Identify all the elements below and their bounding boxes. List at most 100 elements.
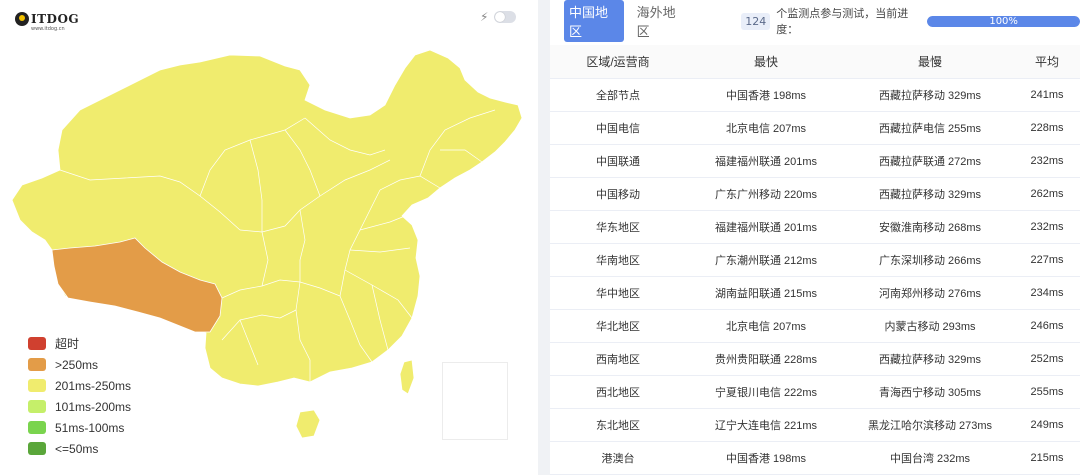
legend-item: >250ms [28, 354, 131, 375]
cell-slowest: 广东深圳移动 266ms [846, 243, 1014, 277]
column-header-region[interactable]: 区域/运营商 [550, 45, 686, 79]
progress-text: 个监测点参与测试，当前进度： [776, 7, 909, 36]
legend-swatch [28, 400, 46, 413]
legend-swatch [28, 379, 46, 392]
legend-item: <=50ms [28, 438, 131, 459]
map-region-hainan[interactable] [295, 409, 321, 439]
node-count-badge: 124 [741, 12, 771, 30]
cell-region: 中国移动 [550, 177, 686, 211]
legend-swatch [28, 421, 46, 434]
cell-average: 232ms [1014, 210, 1080, 244]
table-row[interactable]: 中国移动 广东广州移动 220ms 西藏拉萨移动 329ms 262ms [550, 177, 1080, 211]
results-table: 区域/运营商 最快 最慢 平均 全部节点 中国香港 198ms 西藏拉萨移动 329… [550, 45, 1080, 475]
cell-region: 西南地区 [550, 342, 686, 376]
cell-slowest: 西藏拉萨电信 255ms [846, 111, 1014, 145]
cell-region: 华南地区 [550, 243, 686, 277]
animation-toggle-group: ⚡ [480, 10, 517, 24]
cell-region: 中国电信 [550, 111, 686, 145]
cell-region: 华东地区 [550, 210, 686, 244]
cell-fastest: 福建福州联通 201ms [686, 210, 846, 244]
tab-overseas[interactable]: 海外地区 [632, 0, 692, 42]
cell-slowest: 西藏拉萨移动 329ms [846, 177, 1014, 211]
cell-average: 215ms [1014, 441, 1080, 475]
cell-fastest: 福建福州联通 201ms [686, 144, 846, 178]
cell-slowest: 青海西宁移动 305ms [846, 375, 1014, 409]
cell-slowest: 西藏拉萨联通 272ms [846, 144, 1014, 178]
cell-average: 234ms [1014, 276, 1080, 310]
cell-slowest: 西藏拉萨移动 329ms [846, 342, 1014, 376]
cell-fastest: 辽宁大连电信 221ms [686, 408, 846, 442]
legend-item: 101ms-200ms [28, 396, 131, 417]
cell-region: 全部节点 [550, 78, 686, 112]
cell-region: 西北地区 [550, 375, 686, 409]
cell-average: 246ms [1014, 309, 1080, 343]
animation-toggle[interactable] [494, 11, 517, 23]
cell-fastest: 贵州贵阳联通 228ms [686, 342, 846, 376]
dog-icon [15, 12, 29, 26]
logo-text: ITDOG [31, 12, 80, 26]
cell-fastest: 广东潮州联通 212ms [686, 243, 846, 277]
table-row[interactable]: 东北地区 辽宁大连电信 221ms 黑龙江哈尔滨移动 273ms 249ms [550, 408, 1080, 442]
itdog-logo: ITDOG www.itdog.cn [15, 12, 80, 32]
table-row[interactable]: 华南地区 广东潮州联通 212ms 广东深圳移动 266ms 227ms [550, 243, 1080, 277]
legend-swatch [28, 337, 46, 350]
cell-average: 228ms [1014, 111, 1080, 145]
table-header-row: 区域/运营商 最快 最慢 平均 [550, 45, 1080, 79]
results-panel: 中国地区 海外地区 124 个监测点参与测试，当前进度： 100% 区域/运营商… [550, 0, 1080, 475]
table-row[interactable]: 全部节点 中国香港 198ms 西藏拉萨移动 329ms 241ms [550, 78, 1080, 112]
cell-region: 华中地区 [550, 276, 686, 310]
cell-fastest: 中国香港 198ms [686, 78, 846, 112]
cell-fastest: 中国香港 198ms [686, 441, 846, 475]
cell-slowest: 西藏拉萨移动 329ms [846, 78, 1014, 112]
cell-fastest: 北京电信 207ms [686, 111, 846, 145]
table-row[interactable]: 中国联通 福建福州联通 201ms 西藏拉萨联通 272ms 232ms [550, 144, 1080, 178]
legend-item: 201ms-250ms [28, 375, 131, 396]
cell-average: 252ms [1014, 342, 1080, 376]
column-header-slowest[interactable]: 最慢 [846, 45, 1014, 79]
map-panel: ITDOG www.itdog.cn ⚡ 超时 >250ms 201ms-250… [0, 0, 538, 475]
cell-fastest: 湖南益阳联通 215ms [686, 276, 846, 310]
table-row[interactable]: 华东地区 福建福州联通 201ms 安徽淮南移动 268ms 232ms [550, 210, 1080, 244]
legend-swatch [28, 358, 46, 371]
panel-divider [538, 0, 550, 475]
cell-slowest: 安徽淮南移动 268ms [846, 210, 1014, 244]
cell-average: 232ms [1014, 144, 1080, 178]
column-header-fastest[interactable]: 最快 [686, 45, 846, 79]
table-row[interactable]: 西北地区 宁夏银川电信 222ms 青海西宁移动 305ms 255ms [550, 375, 1080, 409]
south-china-sea-inset [442, 362, 508, 440]
table-row[interactable]: 西南地区 贵州贵阳联通 228ms 西藏拉萨移动 329ms 252ms [550, 342, 1080, 376]
legend-label: <=50ms [55, 441, 99, 456]
cell-fastest: 广东广州移动 220ms [686, 177, 846, 211]
legend-label: 超时 [55, 337, 80, 351]
table-row[interactable]: 港澳台 中国香港 198ms 中国台湾 232ms 215ms [550, 441, 1080, 475]
legend-label: 101ms-200ms [55, 399, 132, 414]
cell-slowest: 中国台湾 232ms [846, 441, 1014, 475]
legend-label: >250ms [55, 357, 99, 372]
cell-slowest: 河南郑州移动 276ms [846, 276, 1014, 310]
cell-region: 中国联通 [550, 144, 686, 178]
table-row[interactable]: 华中地区 湖南益阳联通 215ms 河南郑州移动 276ms 234ms [550, 276, 1080, 310]
legend-item: 51ms-100ms [28, 417, 131, 438]
bolt-icon: ⚡ [480, 10, 489, 24]
cell-average: 255ms [1014, 375, 1080, 409]
cell-region: 港澳台 [550, 441, 686, 475]
progress-bar: 100% [927, 15, 1080, 27]
cell-average: 227ms [1014, 243, 1080, 277]
cell-average: 249ms [1014, 408, 1080, 442]
column-header-average[interactable]: 平均 [1014, 45, 1080, 79]
legend-swatch [28, 442, 46, 455]
cell-region: 华北地区 [550, 309, 686, 343]
map-region-taiwan[interactable] [399, 359, 415, 395]
results-toolbar: 中国地区 海外地区 124 个监测点参与测试，当前进度： 100% [550, 0, 1080, 42]
cell-average: 241ms [1014, 78, 1080, 112]
cell-slowest: 黑龙江哈尔滨移动 273ms [846, 408, 1014, 442]
cell-average: 262ms [1014, 177, 1080, 211]
legend-label: 51ms-100ms [55, 420, 125, 435]
cell-region: 东北地区 [550, 408, 686, 442]
table-row[interactable]: 中国电信 北京电信 207ms 西藏拉萨电信 255ms 228ms [550, 111, 1080, 145]
cell-fastest: 宁夏银川电信 222ms [686, 375, 846, 409]
tab-china[interactable]: 中国地区 [564, 0, 624, 42]
table-row[interactable]: 华北地区 北京电信 207ms 内蒙古移动 293ms 246ms [550, 309, 1080, 343]
legend: 超时 >250ms 201ms-250ms 101ms-200ms 51ms-1… [28, 333, 131, 459]
table-body: 全部节点 中国香港 198ms 西藏拉萨移动 329ms 241ms 中国电信 北京电信 … [550, 78, 1080, 475]
